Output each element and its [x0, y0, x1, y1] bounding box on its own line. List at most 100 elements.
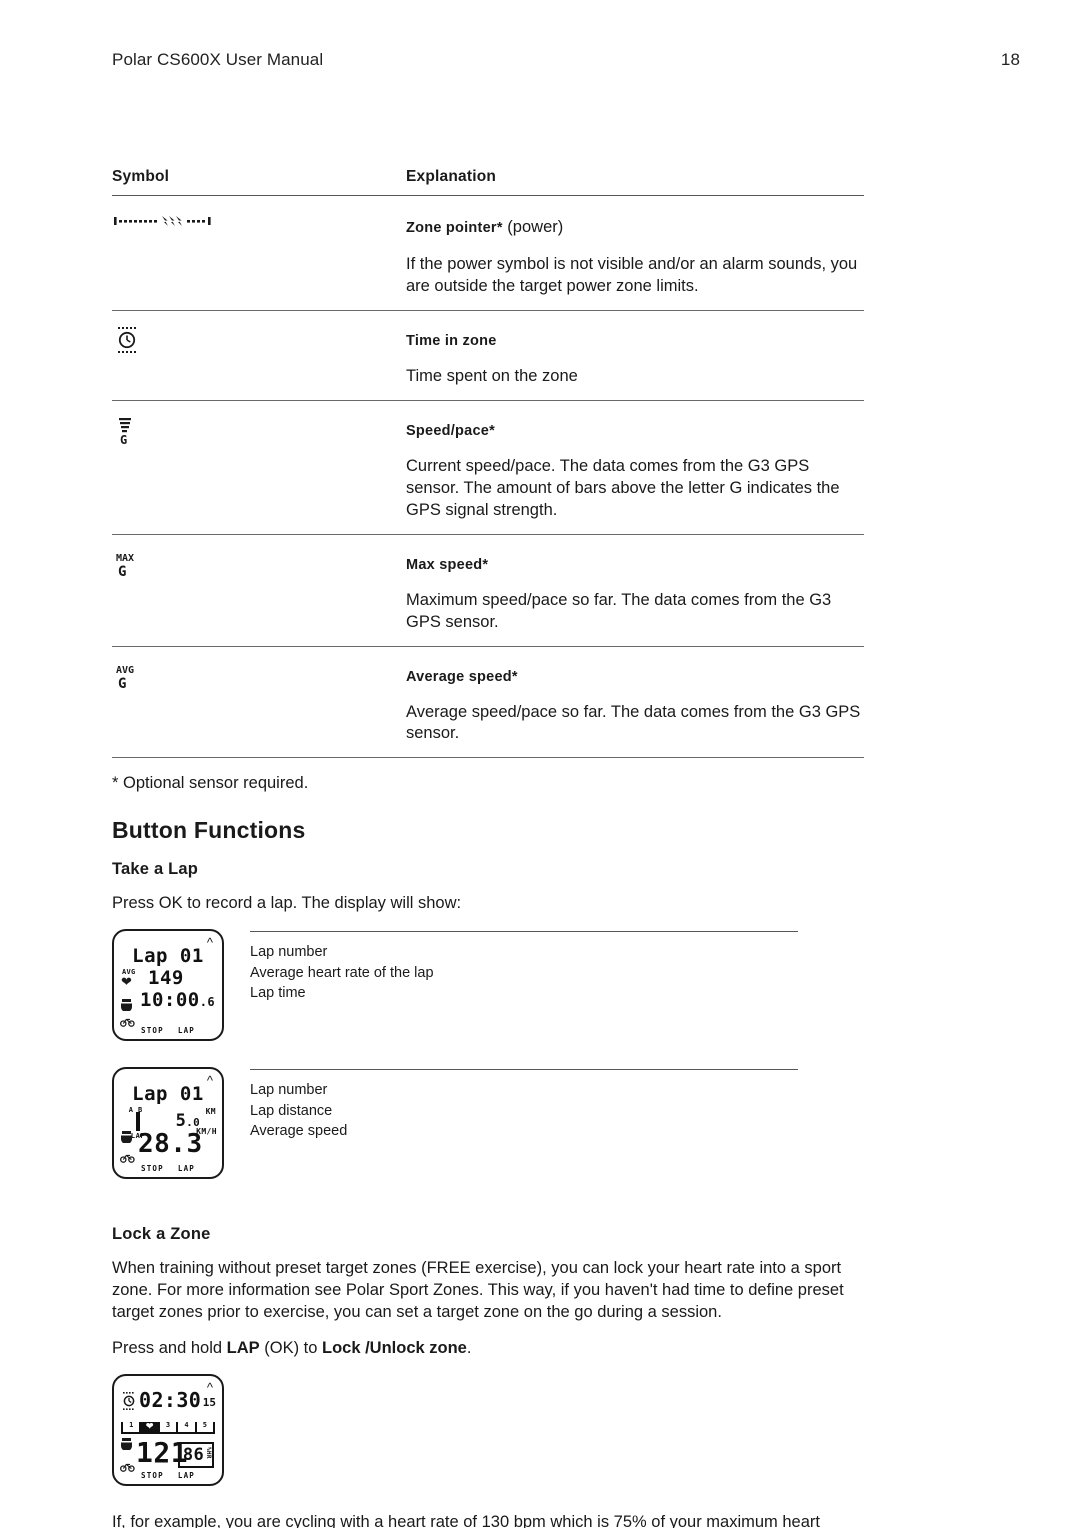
list-item: Lap number: [250, 1082, 328, 1099]
table-row: AVG G Average speed* Average speed/pace …: [112, 647, 864, 758]
lcd-sport-zone-bar: 1 ❤ 3 4 5: [121, 1416, 216, 1435]
lock-a-zone-closing-paragraph: If, for example, you are cycling with a …: [112, 1513, 820, 1528]
table-row: MAX G Max speed* Maximum speed/pace so f…: [112, 535, 864, 646]
lap-display-1-block: ^ Lap 01 AVG ❤ 149 10:00.6 STOP LAP Lap …: [112, 929, 864, 1042]
symbol-table-header: Symbol Explanation: [112, 168, 864, 195]
lcd-lap-time: 10:00.6: [140, 989, 216, 1012]
explanation-body: Current speed/pace. The data comes from …: [406, 456, 840, 519]
zone-segment-4: 4: [176, 1422, 194, 1433]
lcd-percent-label: %HR: [205, 1447, 212, 1459]
chevron-up-icon: ^: [206, 1380, 213, 1396]
lcd-percent-of-max-hr: 86 %HR: [177, 1442, 214, 1469]
lcd-lap-label: Lap 01: [132, 1083, 204, 1106]
list-item: Average speed: [250, 1123, 348, 1140]
watch-display-lock-zone: ^ 02:30 15 1 ❤ 3 4 5 121 86 %HR STOP LAP: [112, 1374, 224, 1487]
explanation-cell: Speed/pace* Current speed/pace. The data…: [406, 411, 864, 522]
table-row: Zone pointer* (power) If the power symbo…: [112, 196, 864, 310]
stopwatch-icon: [120, 999, 133, 1014]
symbol-cell: MAX G: [112, 545, 406, 584]
lock-a-zone-paragraph: When training without preset target zone…: [112, 1259, 844, 1322]
explanation-cell: Max speed* Maximum speed/pace so far. Th…: [406, 545, 864, 634]
explanation-cell: Average speed* Average speed/pace so far…: [406, 657, 864, 746]
table-row: G Speed/pace* Current speed/pace. The da…: [112, 401, 864, 534]
list-item: Lap time: [250, 985, 306, 1002]
svg-text:G: G: [118, 676, 126, 691]
explanation-cell: Zone pointer* (power) If the power symbo…: [406, 206, 864, 298]
svg-text:G: G: [120, 433, 127, 445]
lcd-heart-rate: 149: [148, 967, 184, 990]
manual-title: Polar CS600X User Manual: [112, 50, 324, 69]
lcd-lap-label: Lap 01: [132, 945, 204, 968]
heading-take-a-lap: Take a Lap: [112, 860, 199, 879]
zone-segment-5: 5: [194, 1422, 216, 1433]
lock-zone-display-block: ^ 02:30 15 1 ❤ 3 4 5 121 86 %HR STOP LAP: [112, 1374, 864, 1487]
zone-segment-3: 3: [157, 1422, 176, 1433]
lcd-lap-button-label: LAP: [177, 1164, 196, 1174]
page-number: 18: [1000, 50, 1020, 69]
zone-segment-1: 1: [121, 1422, 139, 1433]
stopwatch-icon: [120, 1438, 133, 1453]
lcd-button-hints: STOP LAP: [114, 1164, 222, 1173]
heading-button-functions: Button Functions: [112, 817, 306, 844]
symbol-cell: [112, 321, 406, 358]
max-speed-icon-top: MAX: [116, 553, 134, 564]
symbol-table: Symbol Explanation Zone pointer* (power)…: [112, 168, 864, 759]
explanation-body: If the power symbol is not visible and/o…: [406, 255, 858, 295]
watch-display-lap-distance: ^ Lap 01 AB LAP 5.0 KM KM/H 28.3 STOP LA…: [112, 1067, 224, 1180]
lcd-average-speed: 28.3: [138, 1129, 203, 1160]
explanation-title: Average speed*: [406, 668, 518, 685]
watch-display-lap-time: ^ Lap 01 AVG ❤ 149 10:00.6 STOP LAP: [112, 929, 224, 1042]
explanation-title: Speed/pace*: [406, 422, 495, 439]
manual-page: Polar CS600X User Manual 18 Symbol Expla…: [0, 0, 1080, 1528]
table-rule: [112, 757, 864, 759]
lcd-button-hints: STOP LAP: [114, 1026, 222, 1035]
take-a-lap-intro: Press OK to record a lap. The display wi…: [112, 894, 462, 913]
lcd-elapsed-time: 02:30: [139, 1388, 202, 1413]
column-header-symbol: Symbol: [112, 168, 170, 185]
zone-segment-2-locked: ❤: [139, 1421, 158, 1433]
explanation-title: Max speed*: [406, 556, 489, 573]
max-speed-icon: MAX G: [116, 551, 406, 584]
lap-button-keyword: LAP: [226, 1339, 260, 1358]
speed-pace-gps-bars-icon: G: [118, 417, 406, 450]
lcd-lap-button-label: LAP: [177, 1471, 196, 1481]
time-in-zone-clock-icon: [122, 1392, 136, 1413]
lcd-stop-label: STOP: [140, 1471, 164, 1481]
list-item: Lap number: [250, 944, 328, 961]
page-header: Polar CS600X User Manual 18: [112, 50, 1020, 70]
table-footnote: * Optional sensor required.: [112, 774, 309, 793]
lcd-seconds: 15: [202, 1396, 216, 1410]
explanation-body: Average speed/pace so far. The data come…: [406, 702, 861, 743]
lcd-stop-label: STOP: [140, 1026, 164, 1036]
explanation-body: Time spent on the zone: [406, 366, 578, 385]
list-item: Average heart rate of the lap: [250, 964, 434, 981]
zone-pointer-power-icon: [114, 214, 406, 233]
lock-a-zone-instruction: Press and hold LAP (OK) to Lock /Unlock …: [112, 1339, 472, 1358]
explanation-title: Time in zone: [406, 332, 497, 349]
symbol-cell: AVG G: [112, 657, 406, 696]
lcd-lap-button-label: LAP: [177, 1026, 196, 1036]
column-header-explanation: Explanation: [406, 168, 497, 185]
label-rule: [250, 931, 798, 933]
stopwatch-icon: [120, 1131, 133, 1146]
svg-text:AVG: AVG: [116, 665, 134, 676]
lap-display-2-labels: Lap number Lap distance Average speed: [250, 1067, 864, 1142]
symbol-cell: [112, 206, 406, 233]
table-row: Time in zone Time spent on the zone: [112, 311, 864, 400]
explanation-title: Zone pointer* (power): [406, 218, 564, 236]
lcd-stop-label: STOP: [140, 1164, 164, 1174]
heading-lock-a-zone: Lock a Zone: [112, 1225, 211, 1244]
label-rule: [250, 1069, 798, 1071]
svg-text:G: G: [118, 564, 126, 579]
heart-icon: ❤: [145, 1421, 154, 1432]
lap-display-2-block: ^ Lap 01 AB LAP 5.0 KM KM/H 28.3 STOP LA…: [112, 1067, 864, 1180]
lap-display-1-labels: Lap number Average heart rate of the lap…: [250, 929, 864, 1004]
lock-unlock-keyword: Lock /Unlock zone: [322, 1339, 467, 1358]
page-content: Symbol Explanation Zone pointer* (power)…: [112, 168, 864, 1528]
list-item: Lap distance: [250, 1102, 333, 1119]
heart-icon: ❤: [121, 974, 132, 990]
time-in-zone-clock-icon: [116, 326, 406, 358]
explanation-body: Maximum speed/pace so far. The data come…: [406, 590, 832, 631]
explanation-cell: Time in zone Time spent on the zone: [406, 321, 864, 388]
lcd-button-hints: STOP LAP: [114, 1471, 222, 1480]
